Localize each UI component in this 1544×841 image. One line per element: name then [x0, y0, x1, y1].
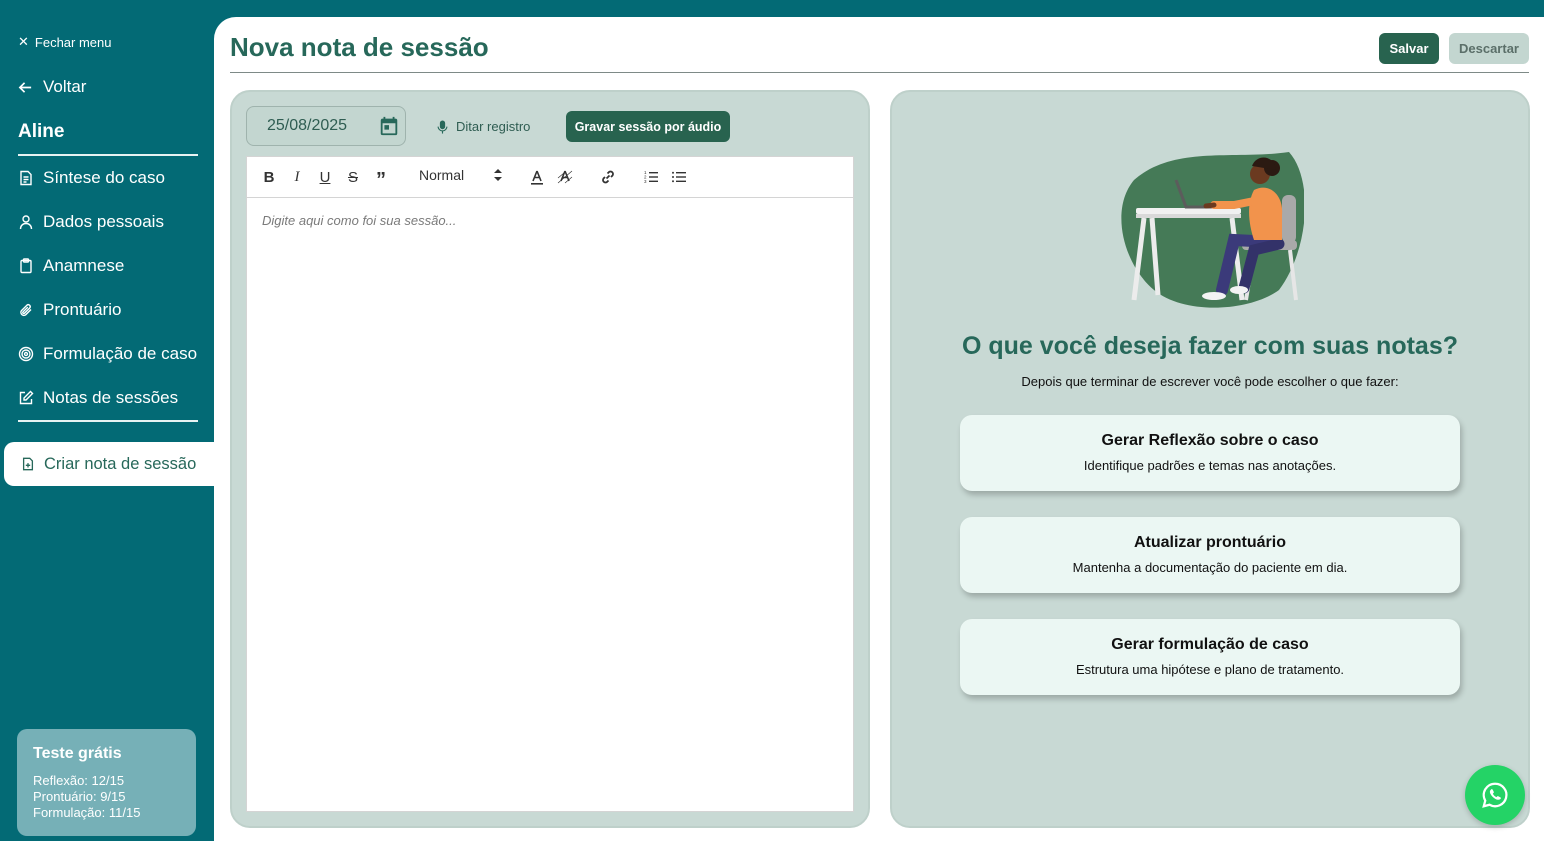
file-plus-icon — [22, 457, 34, 471]
edit-icon — [19, 390, 34, 405]
trial-prontuario: Prontuário: 9/15 — [33, 789, 126, 804]
bold-icon[interactable]: B — [260, 168, 278, 186]
save-button[interactable]: Salvar — [1379, 33, 1439, 64]
whatsapp-button[interactable] — [1465, 765, 1525, 825]
main-content: Nova nota de sessão Salvar Descartar 25/… — [214, 17, 1544, 841]
sidebar-item-label: Formulação de caso — [43, 344, 198, 363]
text-color-icon[interactable] — [528, 168, 546, 186]
target-icon — [18, 346, 34, 362]
sidebar-item-dados-pessoais[interactable]: Dados pessoais — [18, 212, 164, 232]
sidebar: ✕ Fechar menu Voltar Aline Síntese do ca… — [0, 0, 226, 841]
sidebar-item-label: Dados pessoais — [43, 212, 164, 231]
trial-title: Teste grátis — [33, 745, 122, 762]
note-text-area[interactable]: Digite aqui como foi sua sessão... — [247, 199, 853, 811]
microphone-icon — [437, 119, 448, 134]
card-title: Gerar formulação de caso — [1111, 636, 1309, 653]
trial-card: Teste grátis Reflexão: 12/15 Prontuário:… — [17, 729, 196, 836]
sidebar-item-sintese[interactable]: Síntese do caso — [18, 168, 165, 188]
close-menu-label: Fechar menu — [34, 34, 112, 50]
whatsapp-icon — [1482, 782, 1508, 808]
dictate-button[interactable]: Ditar registro — [437, 119, 530, 134]
dictate-label: Ditar registro — [456, 119, 531, 134]
chevron-updown-icon — [494, 169, 503, 181]
card-title: Gerar Reflexão sobre o caso — [1101, 432, 1319, 449]
document-icon — [20, 170, 32, 186]
editor-panel: 25/08/2025 Ditar registro Gravar sessão … — [230, 90, 870, 828]
page-title: Nova nota de sessão — [230, 32, 489, 62]
update-record-card[interactable]: Atualizar prontuário Mantenha a document… — [960, 517, 1460, 593]
paperclip-icon — [20, 304, 32, 317]
format-select-value: Normal — [419, 167, 465, 183]
user-icon — [19, 215, 33, 230]
clipboard-icon — [20, 258, 32, 274]
ordered-list-icon[interactable]: 123 — [642, 168, 660, 186]
italic-icon[interactable]: I — [288, 168, 306, 186]
card-title: Atualizar prontuário — [1133, 534, 1286, 551]
generate-formulation-card[interactable]: Gerar formulação de caso Estrutura uma h… — [960, 619, 1460, 695]
sidebar-item-label: Notas de sessões — [43, 388, 179, 407]
editor-toolbar: B I U S ” Normal 123 — [247, 157, 853, 198]
close-menu-button[interactable]: ✕ Fechar menu — [18, 34, 112, 50]
generate-reflection-card[interactable]: Gerar Reflexão sobre o caso Identifique … — [960, 415, 1460, 491]
link-icon[interactable] — [599, 168, 617, 186]
card-description: Estrutura uma hipótese e plano de tratam… — [1075, 662, 1345, 677]
format-select[interactable]: Normal — [419, 167, 503, 183]
actions-panel: O que você deseja fazer com suas notas? … — [890, 90, 1530, 828]
arrow-left-icon — [18, 81, 32, 93]
actions-subheading: Depois que terminar de escrever você pod… — [1021, 374, 1399, 389]
rich-text-editor: B I U S ” Normal 123 Digite aqui como fo… — [246, 156, 854, 812]
strikethrough-icon[interactable]: S — [344, 168, 362, 186]
calendar-icon[interactable] — [378, 115, 400, 137]
card-description: Identifique padrões e temas nas anotaçõe… — [1083, 458, 1337, 473]
underline-icon[interactable]: U — [316, 168, 334, 186]
actions-heading: O que você deseja fazer com suas notas? — [961, 332, 1459, 360]
sidebar-divider-bottom — [18, 420, 198, 422]
trial-formulacao: Formulação: 11/15 — [33, 805, 141, 820]
sidebar-item-criar-nota[interactable]: Criar nota de sessão — [4, 442, 226, 486]
back-button[interactable]: Voltar — [18, 77, 86, 97]
record-audio-button[interactable]: Gravar sessão por áudio — [566, 111, 730, 142]
patient-name: Aline — [18, 121, 65, 142]
date-input[interactable]: 25/08/2025 — [246, 106, 406, 146]
sidebar-item-prontuario[interactable]: Prontuário — [18, 300, 121, 320]
date-value: 25/08/2025 — [267, 117, 348, 134]
sidebar-item-formulacao[interactable]: Formulação de caso — [18, 344, 197, 364]
editor-placeholder: Digite aqui como foi sua sessão... — [262, 213, 457, 228]
bullet-list-icon[interactable] — [670, 168, 688, 186]
svg-text:3: 3 — [644, 179, 647, 184]
sidebar-item-label: Criar nota de sessão — [44, 454, 197, 473]
sidebar-divider-top — [18, 154, 198, 156]
sidebar-item-label: Prontuário — [43, 300, 122, 319]
sidebar-item-anamnese[interactable]: Anamnese — [18, 256, 124, 276]
close-icon: ✕ — [18, 34, 29, 49]
person-at-desk-illustration — [1121, 152, 1304, 308]
background-color-icon[interactable] — [556, 168, 574, 186]
back-label: Voltar — [43, 77, 87, 96]
sidebar-item-label: Síntese do caso — [43, 168, 165, 187]
title-divider — [230, 72, 1529, 73]
sidebar-item-label: Anamnese — [43, 256, 125, 275]
discard-button[interactable]: Descartar — [1449, 33, 1529, 64]
card-description: Mantenha a documentação do paciente em d… — [1072, 560, 1348, 575]
trial-reflexao: Reflexão: 12/15 — [33, 773, 125, 788]
sidebar-item-notas[interactable]: Notas de sessões — [18, 388, 178, 408]
quote-icon[interactable]: ” — [372, 168, 390, 190]
